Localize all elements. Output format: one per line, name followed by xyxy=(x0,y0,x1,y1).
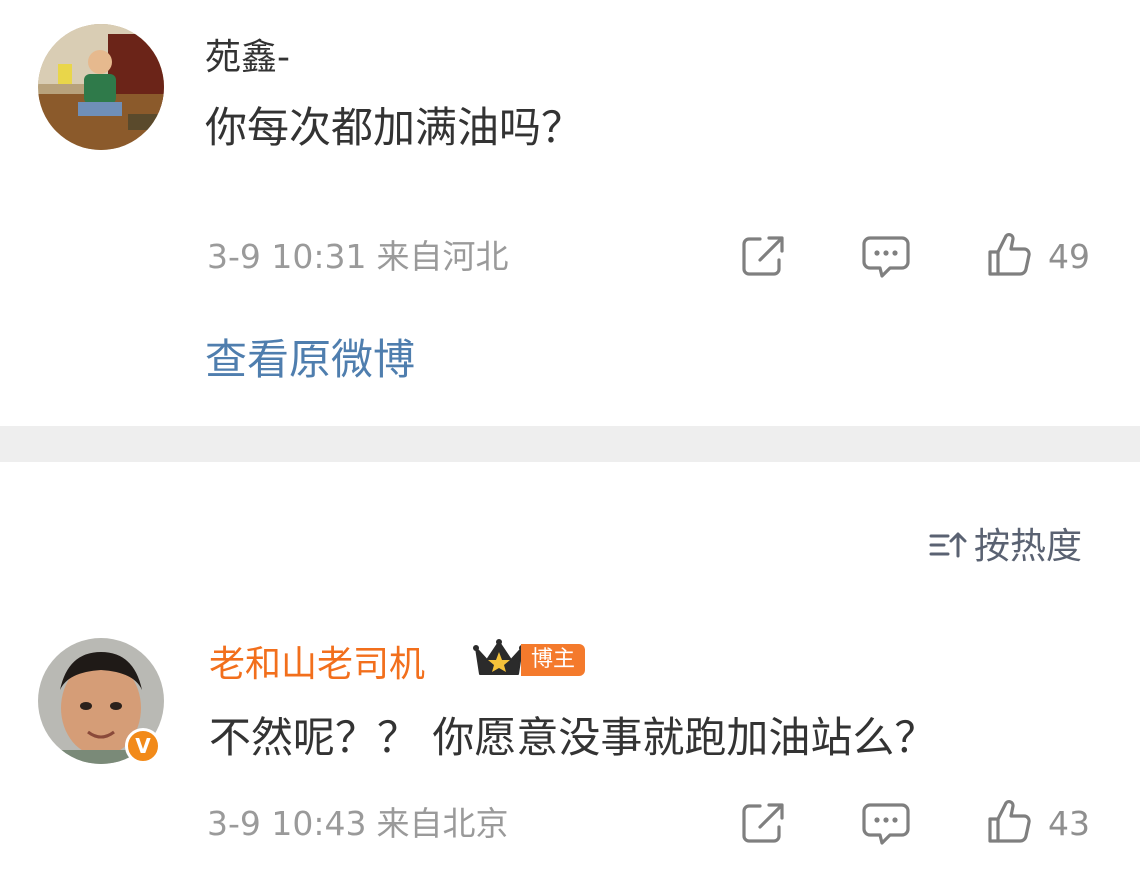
sort-label: 按热度 xyxy=(974,526,1083,567)
crown-icon xyxy=(473,638,525,682)
comment-meta: 3-9 10:43 来自北京 xyxy=(207,804,509,844)
comment-date: 3-9 10:31 xyxy=(207,237,367,276)
comment-icon xyxy=(862,801,910,851)
comment-button[interactable] xyxy=(862,234,910,284)
share-icon xyxy=(740,801,786,849)
comment-button[interactable] xyxy=(862,801,910,851)
comment-date: 3-9 10:43 xyxy=(207,804,367,843)
sort-toggle[interactable]: 按热度 xyxy=(928,525,1082,569)
section-divider xyxy=(0,426,1140,462)
thumbs-up-icon xyxy=(986,232,1032,282)
sort-icon xyxy=(928,528,968,566)
like-button[interactable]: 43 xyxy=(986,799,1090,849)
like-button[interactable]: 49 xyxy=(986,232,1090,282)
comment-meta: 3-9 10:31 来自河北 xyxy=(207,237,509,277)
username[interactable]: 苑鑫- xyxy=(205,36,290,80)
username[interactable]: 老和山老司机 xyxy=(209,643,425,687)
avatar[interactable] xyxy=(38,24,164,150)
share-icon xyxy=(740,234,786,282)
like-count: 49 xyxy=(1048,237,1090,276)
like-count: 43 xyxy=(1048,804,1090,843)
comment-text: 你每次都加满油吗？ xyxy=(205,103,584,152)
blogger-badge-label: 博主 xyxy=(521,644,586,676)
share-button[interactable] xyxy=(740,234,786,282)
comment-icon xyxy=(862,234,910,284)
comment-location: 来自北京 xyxy=(376,804,509,843)
comment-location: 来自河北 xyxy=(376,237,509,276)
view-original-link[interactable]: 查看原微博 xyxy=(205,334,415,386)
comment-text: 不然呢？？ 你愿意没事就跑加油站么？ xyxy=(209,713,937,762)
verified-v-icon: V xyxy=(125,728,161,764)
blogger-badge: 博主 xyxy=(473,638,586,682)
share-button[interactable] xyxy=(740,801,786,849)
thumbs-up-icon xyxy=(986,799,1032,849)
